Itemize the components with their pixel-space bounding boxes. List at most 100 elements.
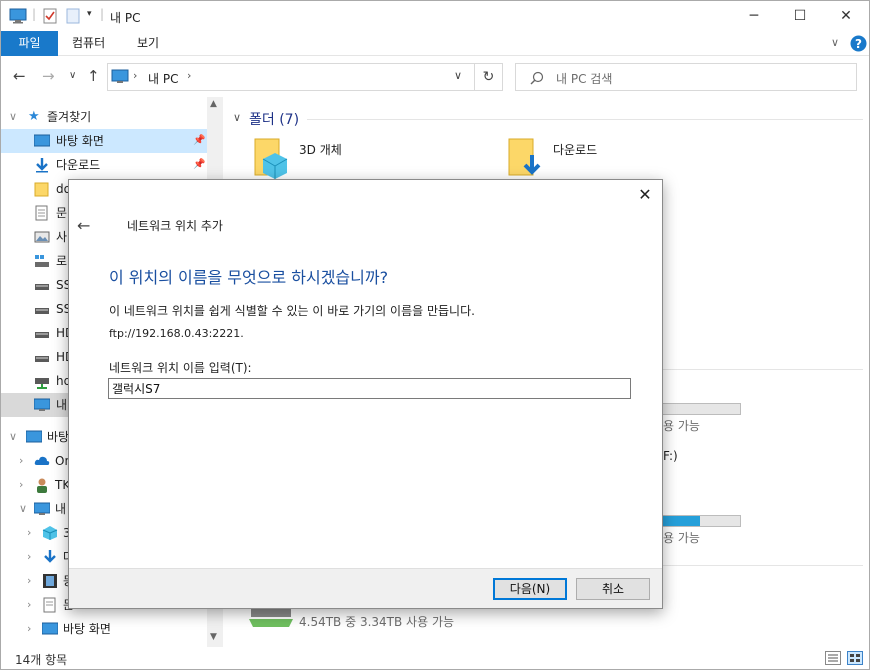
drive-free-text: 용 가능 bbox=[663, 531, 700, 545]
drive-icon bbox=[35, 308, 49, 314]
nav-label: 사 bbox=[56, 230, 68, 244]
scroll-up-icon[interactable]: ▲ bbox=[210, 99, 217, 109]
computer-icon bbox=[9, 8, 27, 24]
nav-quick-access[interactable]: ∨ ★ 즐겨찾기 bbox=[1, 105, 207, 129]
address-bar[interactable]: › 내 PC › ∨ bbox=[107, 63, 475, 91]
maximize-button[interactable]: ☐ bbox=[777, 1, 823, 31]
computer-icon bbox=[34, 502, 50, 515]
address-history-icon[interactable]: ∨ bbox=[454, 69, 462, 82]
drive-usage-bar bbox=[653, 403, 741, 415]
nav-item-desktop-tree[interactable]: › 바탕 화면 bbox=[1, 617, 207, 641]
folder-item-downloads[interactable]: 다운로드 bbox=[507, 135, 727, 183]
help-icon[interactable]: ? bbox=[850, 35, 867, 52]
add-network-location-dialog: ✕ ← 네트워크 위치 추가 이 위치의 이름을 무엇으로 하시겠습니까? 이 … bbox=[68, 179, 663, 609]
title-separator: | bbox=[100, 7, 105, 21]
chevron-down-icon[interactable]: ∨ bbox=[9, 425, 17, 449]
group-divider bbox=[663, 565, 863, 566]
folder-3d-icon bbox=[254, 138, 288, 179]
pin-icon[interactable]: 📌 bbox=[193, 153, 205, 177]
chevron-right-icon[interactable]: › bbox=[19, 449, 23, 473]
chevron-right-icon[interactable]: › bbox=[27, 521, 31, 545]
search-placeholder: 내 PC 검색 bbox=[556, 72, 613, 86]
desktop-icon bbox=[26, 430, 42, 443]
tab-computer[interactable]: 컴퓨터 bbox=[58, 31, 119, 56]
forward-icon[interactable]: → bbox=[42, 67, 55, 85]
document-icon bbox=[35, 205, 48, 221]
chevron-right-icon[interactable]: › bbox=[27, 593, 31, 617]
nav-label: 바탕 화면 bbox=[63, 622, 111, 636]
network-drive-icon bbox=[35, 378, 49, 389]
dialog-footer: 다음(N) 취소 bbox=[69, 568, 662, 608]
chevron-down-icon[interactable]: ∨ bbox=[19, 497, 27, 521]
chevron-down-icon[interactable]: ∨ bbox=[9, 105, 17, 129]
back-icon[interactable]: ← bbox=[13, 67, 26, 85]
location-name-input[interactable] bbox=[108, 378, 631, 399]
breadcrumb-this-pc[interactable]: 내 PC bbox=[148, 70, 178, 87]
tab-view[interactable]: 보기 bbox=[123, 31, 173, 56]
dialog-back-button[interactable]: ← bbox=[77, 216, 90, 235]
drive-icon bbox=[35, 356, 49, 362]
cube-icon bbox=[42, 526, 58, 540]
item-count: 14개 항목 bbox=[15, 653, 68, 667]
download-arrow-icon bbox=[36, 158, 48, 173]
properties-icon[interactable] bbox=[43, 8, 57, 24]
chevron-right-icon[interactable]: › bbox=[27, 545, 31, 569]
recent-locations-icon[interactable]: ∨ bbox=[69, 70, 76, 81]
chevron-right-icon[interactable]: › bbox=[19, 473, 23, 497]
next-button[interactable]: 다음(N) bbox=[493, 578, 567, 600]
customize-quick-access-icon[interactable]: ▾ bbox=[87, 9, 92, 19]
nav-label: 로 bbox=[56, 254, 68, 268]
cancel-button[interactable]: 취소 bbox=[576, 578, 650, 600]
desktop-icon bbox=[42, 622, 58, 635]
nav-label: 다운로드 bbox=[56, 158, 101, 172]
drive-label-text: F:) bbox=[663, 449, 678, 463]
chevron-down-icon[interactable]: ∨ bbox=[233, 111, 241, 124]
search-input[interactable]: 내 PC 검색 bbox=[515, 63, 857, 91]
details-view-icon[interactable] bbox=[825, 651, 841, 665]
desktop-icon bbox=[34, 134, 50, 147]
window-title: 내 PC bbox=[110, 11, 141, 25]
refresh-button[interactable]: ↻ bbox=[475, 63, 503, 91]
title-separator: | bbox=[32, 7, 37, 21]
minimize-button[interactable]: ─ bbox=[731, 1, 777, 31]
large-icons-view-icon[interactable] bbox=[847, 651, 863, 665]
close-window-button[interactable]: ✕ bbox=[823, 1, 869, 31]
expand-ribbon-icon[interactable]: ∨ bbox=[831, 36, 839, 49]
folder-item-3d-objects[interactable]: 3D 개체 bbox=[253, 135, 473, 183]
address-row: ← → ∨ ↑ › 내 PC › ∨ ↻ 내 PC 검색 bbox=[1, 57, 869, 97]
network-drive-icon bbox=[35, 255, 49, 267]
nav-item-downloads[interactable]: 다운로드 📌 bbox=[1, 153, 207, 177]
dialog-network-address: ftp://192.168.0.43:2221. bbox=[109, 327, 244, 340]
group-header-folders[interactable]: 폴더 (7) bbox=[249, 109, 299, 129]
breadcrumb-chevron-icon[interactable]: › bbox=[133, 69, 137, 82]
dialog-description: 이 네트워크 위치를 쉽게 식별할 수 있는 이 바로 가기의 이름을 만듭니다… bbox=[109, 304, 475, 318]
svg-text:?: ? bbox=[855, 37, 862, 51]
star-icon: ★ bbox=[28, 109, 40, 124]
pin-icon[interactable]: 📌 bbox=[193, 129, 205, 153]
dialog-close-button[interactable]: ✕ bbox=[634, 184, 656, 206]
computer-icon bbox=[34, 398, 50, 411]
nav-item-desktop[interactable]: 바탕 화면 📌 bbox=[1, 129, 207, 153]
cloud-icon bbox=[34, 456, 50, 465]
chevron-right-icon[interactable]: › bbox=[27, 617, 31, 641]
folder-icon bbox=[34, 182, 49, 197]
folder-label: 다운로드 bbox=[553, 143, 598, 157]
nav-label: 내 bbox=[56, 398, 68, 412]
document-icon bbox=[43, 597, 56, 613]
nav-label: 내 bbox=[55, 502, 67, 516]
nav-label: 바탕 bbox=[47, 430, 70, 444]
nav-label: 즐겨찾기 bbox=[47, 110, 92, 124]
breadcrumb-chevron-icon[interactable]: › bbox=[187, 69, 191, 82]
new-folder-icon[interactable] bbox=[66, 8, 80, 24]
scroll-down-icon[interactable]: ▼ bbox=[210, 632, 217, 642]
up-icon[interactable]: ↑ bbox=[87, 67, 100, 85]
search-icon bbox=[530, 71, 544, 85]
tab-file[interactable]: 파일 bbox=[1, 31, 58, 56]
film-icon bbox=[43, 574, 57, 588]
user-icon bbox=[37, 478, 47, 493]
status-bar: 14개 항목 bbox=[1, 647, 869, 669]
nav-label: 바탕 화면 bbox=[56, 134, 104, 148]
chevron-right-icon[interactable]: › bbox=[27, 569, 31, 593]
computer-icon bbox=[111, 69, 129, 83]
dialog-title: 네트워크 위치 추가 bbox=[127, 219, 223, 233]
